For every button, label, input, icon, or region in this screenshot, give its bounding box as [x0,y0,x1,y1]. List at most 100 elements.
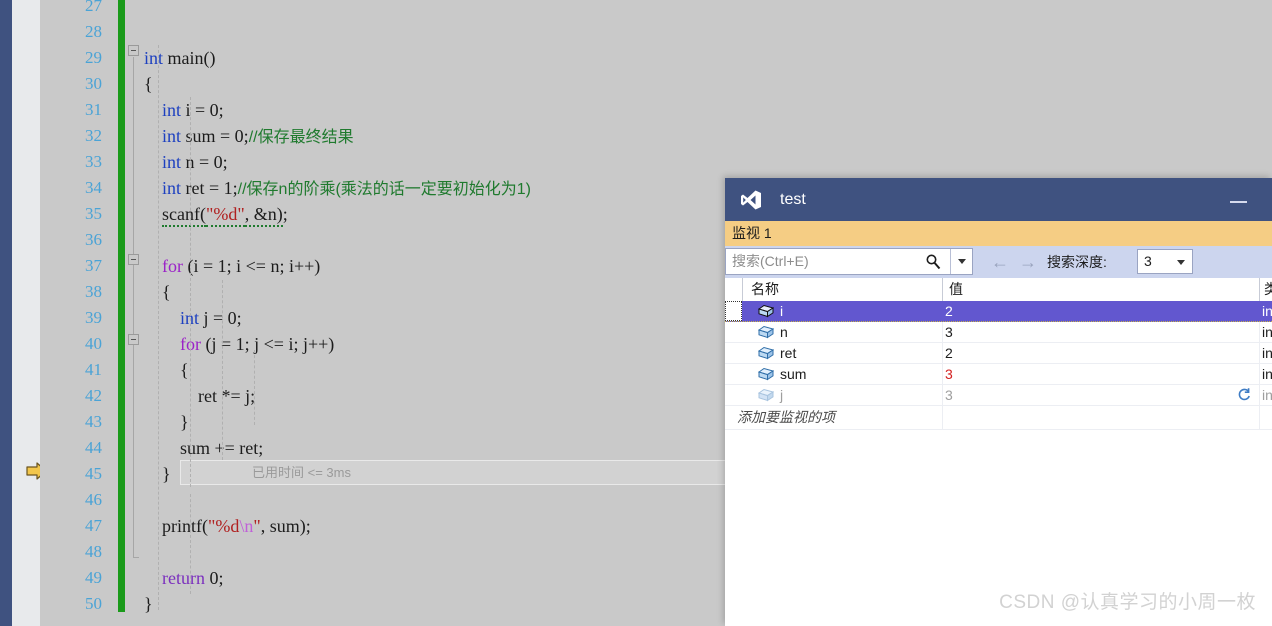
breakpoint-gutter[interactable] [12,0,40,626]
code-token: } [144,594,153,614]
minimize-button[interactable] [1224,190,1254,210]
watch-row[interactable]: sum 3 int [725,364,1272,385]
code-line[interactable]: for (i = 1; i <= n; i++) [144,253,320,279]
line-number: 44 [40,435,102,461]
code-token: "%d [208,516,239,536]
column-separator[interactable] [942,278,943,301]
code-line[interactable]: for (j = 1; j <= i; j++) [144,331,334,357]
watch-type-cell[interactable]: int [1262,344,1272,363]
refresh-icon[interactable] [1236,387,1252,403]
watch-value-cell[interactable]: 3 [945,386,953,405]
line-number: 48 [40,539,102,565]
watch-row[interactable]: ret 2 int [725,343,1272,364]
code-token: sum += ret; [144,438,263,458]
code-line[interactable]: printf("%d\n", sum); [144,513,311,539]
code-line[interactable]: int sum = 0;//保存最终结果 [144,123,354,149]
line-number: 49 [40,565,102,591]
code-token: main() [163,48,215,68]
search-next-button[interactable]: → [1017,252,1039,272]
outline-collapse-for-outer[interactable] [128,254,139,265]
row-selection-marker[interactable] [725,364,742,384]
code-line[interactable]: } [144,591,153,617]
watch-value-cell[interactable]: 3 [945,365,953,384]
code-line[interactable]: ret *= j; [144,383,255,409]
code-line[interactable]: scanf("%d", &n); [144,201,288,227]
code-line[interactable]: { [144,357,189,383]
code-line[interactable]: int i = 0; [144,97,224,123]
code-token [144,204,162,224]
column-separator[interactable] [1259,278,1260,301]
watch-value-cell[interactable]: 2 [945,344,953,363]
row-selection-marker[interactable] [725,322,742,342]
line-number: 28 [40,19,102,45]
row-selection-marker[interactable] [725,343,742,363]
watch-name-cell[interactable]: sum [780,365,806,384]
watch-name-cell[interactable]: n [780,323,788,342]
watch-value-cell[interactable]: 3 [945,323,953,342]
code-token: return [162,568,205,588]
watermark: CSDN @认真学习的小周一枚 [999,590,1256,616]
search-options-dropdown[interactable] [950,249,972,274]
code-token [144,334,180,354]
watch-type-cell[interactable]: int [1262,323,1272,342]
column-separator [1259,385,1260,406]
search-depth-dropdown[interactable]: 3 [1137,249,1193,274]
window-titlebar[interactable]: test [725,178,1272,221]
search-previous-button[interactable]: ← [989,252,1011,272]
watch-type-cell[interactable]: int [1262,302,1272,321]
watch-name-cell[interactable]: j [780,386,783,405]
outline-collapse-for-inner[interactable] [128,334,139,345]
search-box[interactable]: 搜索(Ctrl+E) [725,248,973,275]
watch-grid-header[interactable]: 名称 值 类型 [725,278,1272,302]
outline-collapse-main[interactable] [128,45,139,56]
code-token: printf( [144,516,208,536]
line-number: 42 [40,383,102,409]
code-line[interactable]: return 0; [144,565,224,591]
watch-row[interactable]: n 3 int [725,322,1272,343]
column-header-name[interactable]: 名称 [751,280,779,299]
code-line[interactable]: } [144,409,189,435]
tab-watch-1[interactable]: 监视 1 [728,223,776,244]
watch-name-cell[interactable]: i [780,302,783,321]
code-line[interactable]: int main() [144,45,216,71]
code-token [144,100,162,120]
code-line[interactable]: sum += ret; [144,435,263,461]
add-watch-row[interactable]: 添加要监视的项 [725,406,1272,430]
line-number: 47 [40,513,102,539]
line-number: 34 [40,175,102,201]
watch-tab-strip[interactable]: 监视 1 [725,221,1272,246]
watch-name-cell[interactable]: ret [780,344,796,363]
column-header-value[interactable]: 值 [949,280,963,299]
code-token: 0; [205,568,224,588]
watch-value-cell[interactable]: 2 [945,302,953,321]
search-depth-label: 搜索深度: [1047,252,1107,272]
search-depth-value: 3 [1144,252,1152,271]
code-line[interactable]: int ret = 1;//保存n的阶乘(乘法的话一定要初始化为1) [144,175,531,201]
column-separator [1259,364,1260,385]
watch-toolbar[interactable]: 搜索(Ctrl+E) ← → 搜索深度: 3 [725,246,1272,278]
watch-type-cell[interactable]: int [1262,386,1272,405]
code-outlining-column[interactable] [128,0,144,626]
code-token: } [144,412,189,432]
watch-grid[interactable]: 名称 值 类型 i 2 int n 3 int ret 2 int sum 3 int j 3 int 添加… [725,278,1272,626]
row-selection-marker[interactable] [725,301,742,321]
code-token: , sum); [261,516,311,536]
line-number: 46 [40,487,102,513]
row-selection-marker[interactable] [725,385,742,405]
code-line[interactable]: int n = 0; [144,149,228,175]
search-input[interactable]: 搜索(Ctrl+E) [732,252,809,271]
watch-row[interactable]: i 2 int [725,301,1272,322]
outline-guide-main-foot [133,557,139,558]
window-left-edge-strip [0,0,12,626]
code-line[interactable]: { [144,71,153,97]
code-token: i = 0; [181,100,224,120]
chevron-down-icon [1177,260,1185,265]
watch-row[interactable]: j 3 int [725,385,1272,406]
code-token: " [253,516,260,536]
line-number: 50 [40,591,102,617]
watch-type-cell[interactable]: int [1262,365,1272,384]
line-number: 32 [40,123,102,149]
search-icon[interactable] [924,253,942,271]
add-watch-placeholder[interactable]: 添加要监视的项 [737,408,835,427]
watch-tool-window[interactable]: test 监视 1 搜索(Ctrl+E) ← → 搜索深度: 3 [725,178,1272,626]
